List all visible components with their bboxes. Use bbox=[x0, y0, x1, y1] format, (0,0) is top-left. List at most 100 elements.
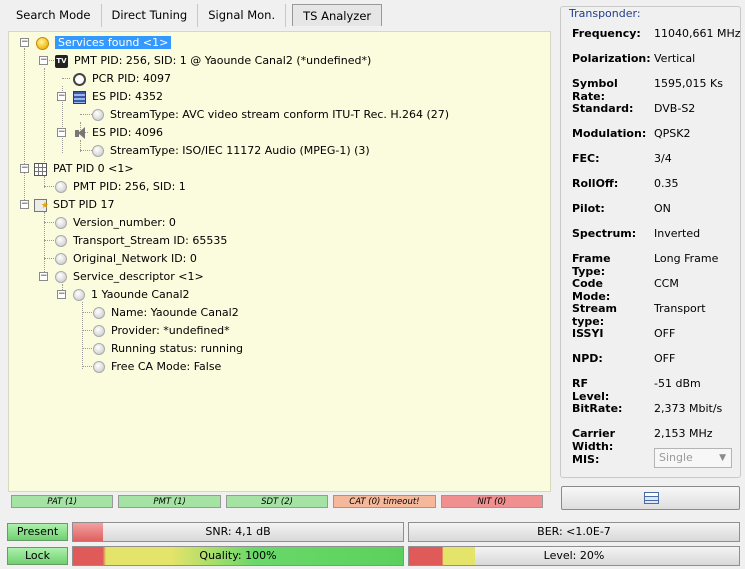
transponder-key: Code Mode: bbox=[572, 277, 611, 303]
transponder-key: RF Level: bbox=[572, 377, 610, 403]
ts-tree-panel[interactable]: − − − − − − − − Services found <1> TV PMT… bbox=[8, 31, 551, 492]
transponder-key: Spectrum: bbox=[572, 227, 637, 240]
circle-icon bbox=[92, 109, 104, 121]
collapse-toggle[interactable]: − bbox=[39, 272, 48, 281]
tree-line bbox=[80, 114, 92, 115]
transponder-value: Long Frame bbox=[654, 252, 719, 265]
tree-node-es-video-type[interactable]: StreamType: AVC video stream conform ITU… bbox=[92, 106, 449, 124]
transponder-title: Transponder: bbox=[567, 7, 643, 20]
panel-toggle-button[interactable] bbox=[561, 486, 740, 510]
circle-icon bbox=[55, 217, 67, 229]
table-status-row: PAT (1) PMT (1) SDT (2) CAT (0) timeout!… bbox=[11, 495, 544, 509]
level-meter: Level: 20% bbox=[408, 546, 740, 566]
transponder-key: Stream type: bbox=[572, 302, 617, 328]
film-icon bbox=[73, 90, 86, 104]
collapse-toggle[interactable]: − bbox=[57, 92, 66, 101]
transponder-key: Polarization: bbox=[572, 52, 651, 65]
circle-icon bbox=[73, 289, 85, 301]
tree-node-es-audio-type[interactable]: StreamType: ISO/IEC 11172 Audio (MPEG-1)… bbox=[92, 142, 370, 160]
tree-node-provider[interactable]: Provider: *undefined* bbox=[93, 322, 230, 340]
tree-node-sdt[interactable]: SDT PID 17 bbox=[34, 196, 115, 215]
circle-icon bbox=[93, 361, 105, 373]
tv-icon: TV bbox=[55, 54, 68, 68]
transponder-key: Symbol Rate: bbox=[572, 77, 618, 103]
transponder-value: Vertical bbox=[654, 52, 696, 65]
circle-icon bbox=[93, 325, 105, 337]
transponder-key: Modulation: bbox=[572, 127, 647, 140]
lock-indicator: Lock bbox=[7, 547, 68, 565]
cat-status-pill: CAT (0) timeout! bbox=[333, 495, 436, 508]
circle-icon bbox=[92, 145, 104, 157]
quality-meter-label: Quality: 100% bbox=[199, 549, 277, 562]
transponder-value: 0.35 bbox=[654, 177, 679, 190]
transponder-value: 2,153 MHz bbox=[654, 427, 713, 440]
pmt-status-pill: PMT (1) bbox=[118, 495, 221, 508]
transponder-value: QPSK2 bbox=[654, 127, 691, 140]
circle-icon bbox=[55, 253, 67, 265]
tree-node-pat-pmt[interactable]: PMT PID: 256, SID: 1 bbox=[55, 178, 186, 196]
tree-node-running[interactable]: Running status: running bbox=[93, 340, 243, 358]
tree-line bbox=[80, 150, 92, 151]
tree-node-tsid[interactable]: Transport_Stream ID: 65535 bbox=[55, 232, 227, 250]
transponder-value: OFF bbox=[654, 327, 676, 340]
tree-line bbox=[24, 48, 25, 206]
tree-node-onid[interactable]: Original_Network ID: 0 bbox=[55, 250, 197, 268]
tab-ts-analyzer[interactable]: TS Analyzer bbox=[292, 4, 383, 26]
tab-signal-mon[interactable]: Signal Mon. bbox=[198, 4, 287, 27]
tree-node-service-descriptor[interactable]: Service_descriptor <1> bbox=[55, 268, 204, 286]
collapse-toggle[interactable]: − bbox=[20, 38, 29, 47]
transponder-key: ISSYI bbox=[572, 327, 604, 340]
transponder-value: DVB-S2 bbox=[654, 102, 696, 115]
tree-node-pat[interactable]: PAT PID 0 <1> bbox=[34, 160, 134, 178]
tree-node-pmt[interactable]: TV PMT PID: 256, SID: 1 @ Yaounde Canal2 … bbox=[55, 52, 371, 70]
collapse-toggle[interactable]: − bbox=[20, 164, 29, 173]
pat-status-pill: PAT (1) bbox=[11, 495, 114, 508]
tree-node-freeca[interactable]: Free CA Mode: False bbox=[93, 358, 221, 376]
ber-meter: BER: <1.0E-7 bbox=[408, 522, 740, 542]
tree-node-services[interactable]: Services found <1> bbox=[36, 34, 172, 52]
transponder-value: -51 dBm bbox=[654, 377, 701, 390]
speaker-icon bbox=[73, 126, 86, 140]
transponder-key: Standard: bbox=[572, 102, 634, 115]
collapse-toggle[interactable]: − bbox=[39, 56, 48, 65]
ber-meter-label: BER: <1.0E-7 bbox=[537, 525, 611, 538]
circle-icon bbox=[55, 271, 67, 283]
transponder-value: Inverted bbox=[654, 227, 701, 240]
transponder-value: 11040,661 MHz bbox=[654, 27, 741, 40]
table-icon bbox=[34, 162, 47, 176]
tab-direct-tuning[interactable]: Direct Tuning bbox=[102, 4, 199, 27]
collapse-toggle[interactable]: − bbox=[57, 290, 66, 299]
collapse-toggle[interactable]: − bbox=[57, 128, 66, 137]
transponder-key: FEC: bbox=[572, 152, 600, 165]
transponder-key: Frame Type: bbox=[572, 252, 611, 278]
circle-icon bbox=[93, 343, 105, 355]
tree-line bbox=[62, 78, 70, 79]
tree-node-es-video[interactable]: ES PID: 4352 bbox=[73, 88, 163, 106]
transponder-value: CCM bbox=[654, 277, 679, 290]
level-meter-label: Level: 20% bbox=[543, 549, 605, 562]
transponder-value: OFF bbox=[654, 352, 676, 365]
tree-node-es-audio[interactable]: ES PID: 4096 bbox=[73, 124, 163, 142]
tree-node-service[interactable]: 1 Yaounde Canal2 bbox=[73, 286, 190, 304]
transponder-panel: Transponder: Frequency: 11040,661 MHz Pola… bbox=[560, 6, 741, 478]
mis-select[interactable]: Single ▼ bbox=[654, 448, 732, 468]
window-icon bbox=[644, 492, 659, 504]
mis-label: MIS: bbox=[572, 453, 600, 466]
transponder-value: Transport bbox=[654, 302, 706, 315]
sdt-status-pill: SDT (2) bbox=[225, 495, 329, 508]
transponder-key: Carrier Width: bbox=[572, 427, 616, 453]
transponder-key: NPD: bbox=[572, 352, 603, 365]
clock-icon bbox=[73, 72, 86, 86]
tab-search-mode[interactable]: Search Mode bbox=[6, 4, 102, 27]
mis-select-value: Single bbox=[659, 451, 693, 464]
tree-node-version[interactable]: Version_number: 0 bbox=[55, 214, 176, 232]
transponder-value: ON bbox=[654, 202, 671, 215]
tree-node-name[interactable]: Name: Yaounde Canal2 bbox=[93, 304, 239, 322]
transponder-key: Frequency: bbox=[572, 27, 641, 40]
sdt-table-icon bbox=[34, 197, 49, 215]
transponder-key: RollOff: bbox=[572, 177, 619, 190]
circle-icon bbox=[55, 181, 67, 193]
transponder-key: BitRate: bbox=[572, 402, 623, 415]
tree-node-pcr[interactable]: PCR PID: 4097 bbox=[73, 70, 171, 88]
collapse-toggle[interactable]: − bbox=[20, 200, 29, 209]
